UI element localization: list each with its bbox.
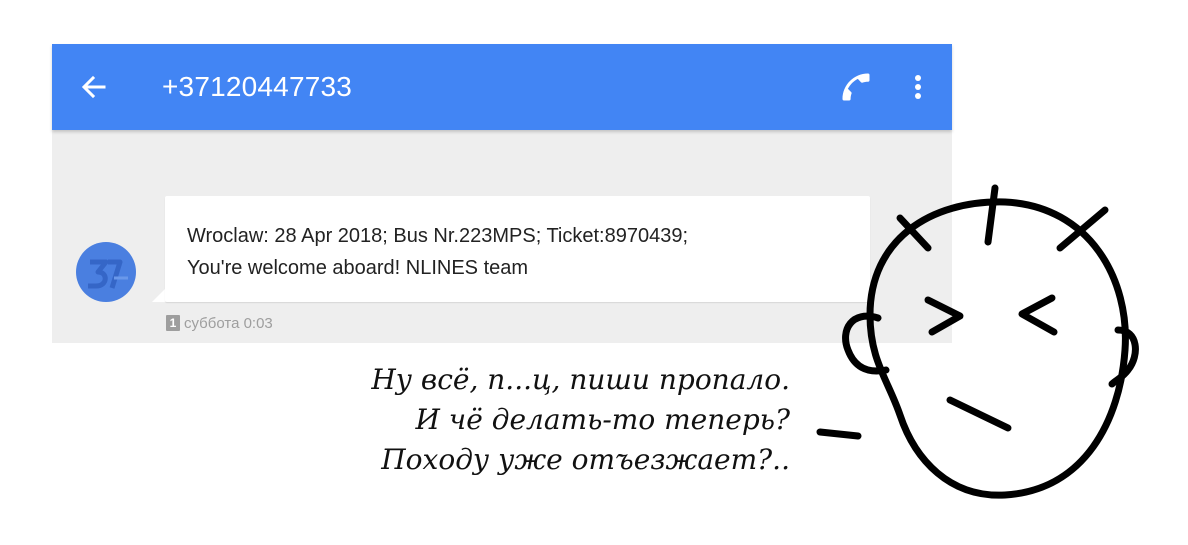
call-button[interactable] xyxy=(838,69,874,105)
arrow-back-icon xyxy=(81,75,106,99)
contact-avatar[interactable] xyxy=(76,242,136,302)
more-vert-icon xyxy=(915,75,921,99)
more-options-button[interactable] xyxy=(904,69,932,105)
caption-line: И чё делать-то теперь? xyxy=(415,403,790,436)
phone-icon xyxy=(842,73,870,101)
sim-slot-badge: 1 xyxy=(166,315,180,331)
app-bar: +37120447733 xyxy=(52,44,952,130)
handwritten-caption: Ну всё, п...ц, пиши пропало. И чё делать… xyxy=(371,360,790,480)
contact-avatar-icon xyxy=(88,259,128,289)
message-text: Wroclaw: 28 Apr 2018; Bus Nr.223MPS; Tic… xyxy=(187,225,689,279)
message-meta: 1 суббота 0:03 xyxy=(166,312,273,334)
stressed-face-doodle xyxy=(800,170,1160,510)
caption-line: Походу уже отъезжает?.. xyxy=(381,443,790,476)
message-bubble[interactable]: Wroclaw: 28 Apr 2018; Bus Nr.223MPS; Tic… xyxy=(165,196,870,302)
bubble-tail xyxy=(152,288,166,302)
face-drawing xyxy=(816,184,1139,499)
message-timestamp: суббота 0:03 xyxy=(184,314,273,332)
caption-line: Ну всё, п...ц, пиши пропало. xyxy=(371,363,790,396)
back-button[interactable] xyxy=(76,69,112,105)
contact-title: +37120447733 xyxy=(162,71,353,102)
